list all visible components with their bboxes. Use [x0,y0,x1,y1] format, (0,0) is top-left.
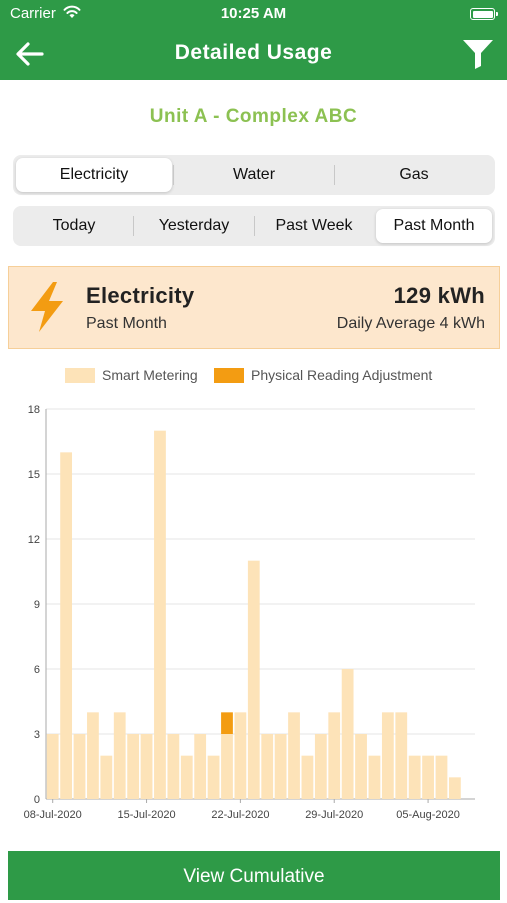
unit-title: Unit A - Complex ABC [149,106,358,127]
divider [173,165,174,185]
bar-smart-metering [301,755,314,799]
bar-smart-metering [127,734,140,799]
tab-electricity[interactable]: Electricity [16,158,172,192]
divider [133,216,134,236]
bar-smart-metering [274,734,287,799]
bar-smart-metering [167,734,180,799]
bar-smart-metering [314,734,327,799]
x-tick-label: 05-Aug-2020 [396,809,460,821]
bar-smart-metering [73,734,86,799]
tab-gas[interactable]: Gas [336,158,492,192]
tab-yesterday[interactable]: Yesterday [135,209,253,243]
page-title: Detailed Usage [174,41,333,64]
bar-smart-metering [435,755,448,799]
bar-smart-metering [100,755,113,799]
bar-chart: 0 3 6 9 12 15 18 08-Jul-2020 15-Jul-2020 22-Jul-2… [24,404,475,821]
bar-smart-metering [247,560,260,799]
bar-smart-metering [355,734,367,799]
bar-smart-metering [395,712,408,799]
bar-smart-metering [408,755,421,799]
bar-smart-metering [221,734,233,799]
x-tick-label: 29-Jul-2020 [305,809,363,821]
summary-daily-average: Daily Average 4 kWh [336,315,485,332]
clock: 10:25 AM [220,5,287,22]
y-tick-label: 0 [34,794,40,806]
y-tick-label: 15 [28,469,40,481]
lightning-bolt-icon [31,282,63,332]
summary-utility: Electricity [86,283,195,308]
divider [334,165,335,185]
status-bar: Carrier 10:25 AM [0,0,507,28]
utility-selector: Electricity Water Gas [13,155,495,195]
tab-water[interactable]: Water [175,158,333,192]
bar-smart-metering [448,777,461,799]
bar-smart-metering [46,734,59,799]
bar-smart-metering [381,712,394,799]
summary-period: Past Month [86,315,167,332]
battery-icon [470,8,498,20]
usage-summary-card: Electricity Past Month 129 kWh Daily Ave… [8,266,500,349]
y-tick-label: 18 [28,404,40,416]
bar-smart-metering [154,430,166,799]
bar-smart-metering [341,669,354,799]
nav-bar: Detailed Usage [0,28,507,80]
y-tick-label: 6 [34,664,40,676]
bar-smart-metering [422,755,434,799]
summary-total: 129 kWh [393,283,485,308]
view-cumulative-button[interactable]: View Cumulative [8,851,500,900]
period-selector: Today Yesterday Past Week Past Month [13,206,495,246]
tab-past-week[interactable]: Past Week [256,209,372,243]
tab-today[interactable]: Today [16,209,132,243]
tab-past-month[interactable]: Past Month [376,209,492,243]
bar-smart-metering [234,712,247,799]
bar-smart-metering [113,712,126,799]
x-tick-label: 08-Jul-2020 [24,809,82,821]
y-tick-label: 9 [34,599,40,611]
bar-smart-metering [368,755,381,799]
bar-smart-metering [328,712,341,799]
bar-smart-metering [207,755,220,799]
x-tick-label: 22-Jul-2020 [211,809,269,821]
y-tick-label: 3 [34,729,40,741]
bar-smart-metering [288,712,300,799]
bar-physical-adjustment [221,712,233,734]
x-tick-label: 15-Jul-2020 [118,809,176,821]
bar-smart-metering [261,734,274,799]
usage-chart: Smart Metering Physical Reading Adjustme… [8,350,500,848]
bar-smart-metering [60,452,73,799]
divider [254,216,255,236]
bar-smart-metering [180,755,193,799]
bar-smart-metering [87,712,99,799]
filter-icon[interactable] [461,38,495,70]
bar-smart-metering [140,734,153,799]
bar-smart-metering [194,734,207,799]
y-tick-label: 12 [28,534,40,546]
